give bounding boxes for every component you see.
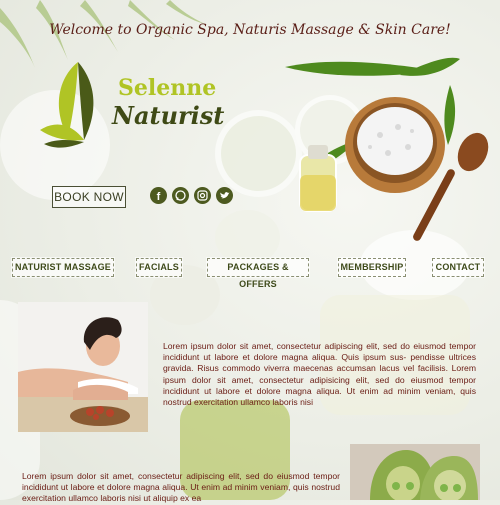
cream-jar-decor bbox=[215, 210, 280, 265]
nav-membership[interactable]: MEMBERSHIP bbox=[338, 258, 406, 277]
spa-products-illustration bbox=[285, 57, 489, 241]
nav-naturist-massage[interactable]: NATURIST MASSAGE bbox=[12, 258, 114, 277]
facial-photo bbox=[350, 444, 480, 500]
welcome-banner: Welcome to Organic Spa, Naturis Massage … bbox=[49, 22, 451, 38]
book-now-button[interactable]: BOOK NOW bbox=[52, 186, 126, 208]
whatsapp-icon[interactable] bbox=[172, 187, 189, 204]
twitter-icon[interactable] bbox=[216, 187, 233, 204]
logo-wordmark-top: Selenne bbox=[118, 75, 217, 101]
svg-text:f: f bbox=[157, 191, 161, 203]
logo-leaf-icon bbox=[40, 62, 94, 148]
intro-paragraph: Lorem ipsum dolor sit amet, consectetur … bbox=[163, 341, 476, 408]
facebook-icon[interactable]: f bbox=[150, 187, 167, 204]
nav-contact[interactable]: CONTACT bbox=[432, 258, 484, 277]
instagram-icon[interactable] bbox=[194, 187, 211, 204]
nav-facials[interactable]: FACIALS bbox=[136, 258, 182, 277]
massage-photo bbox=[18, 302, 148, 432]
logo-wordmark-bottom: Naturist bbox=[112, 101, 225, 130]
nav-packages-offers[interactable]: PACKAGES & OFFERS bbox=[207, 258, 309, 289]
